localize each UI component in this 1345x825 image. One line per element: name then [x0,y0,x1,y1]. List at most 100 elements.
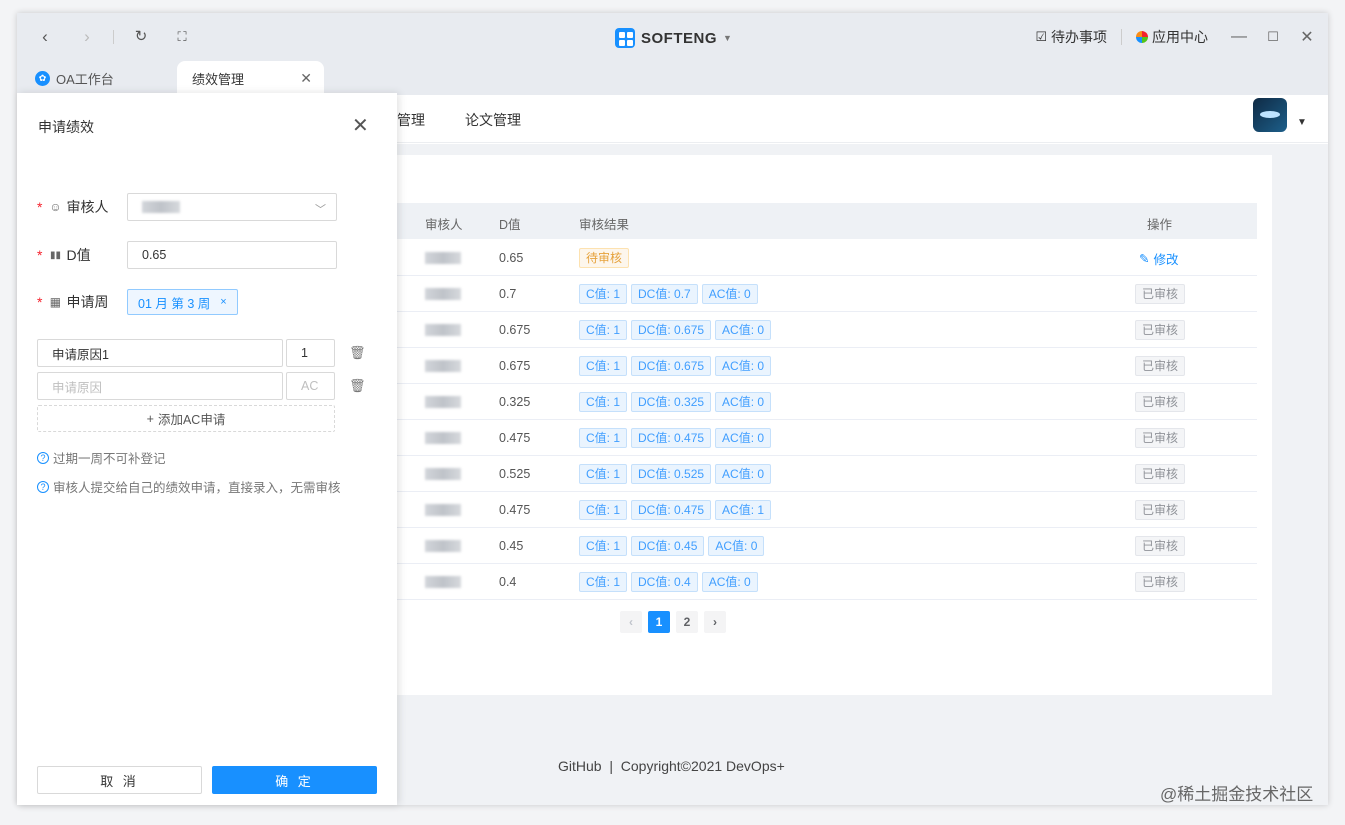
action-cell: 已审核 [1135,492,1186,528]
required-mark: * [37,199,43,215]
reviewer-cell [425,420,461,456]
reason-input-2[interactable]: 申请原因 [37,372,283,400]
menu-item-papers[interactable]: 论文管理 [465,110,521,130]
next-page-button[interactable]: › [704,611,726,633]
d-value-label: * ▮▮ D值 [37,245,91,265]
week-selector[interactable]: 01 月 第 3 周 × [127,289,238,315]
d-value-input[interactable]: 0.65 [127,241,337,269]
reviewer-cell [425,348,461,384]
col-reviewer: 审核人 [425,218,463,232]
dc-value-tag: DC值: 0.325 [631,392,712,412]
reviewer-cell [425,564,461,600]
result-cell: C值: 1 DC值: 0.525 AC值: 0 [579,456,772,492]
close-icon[interactable]: ✕ [352,113,369,138]
refresh-icon[interactable]: ↻ [129,25,153,49]
action-cell: 已审核 [1135,384,1186,420]
avatar[interactable] [1253,98,1287,132]
page-1-button[interactable]: 1 [648,611,670,633]
edit-label: 修改 [1153,252,1179,267]
add-ac-button[interactable]: + 添加AC申请 [37,405,335,432]
edit-button[interactable]: ✎ 修改 [1139,249,1179,268]
brand-logo-icon [615,28,635,48]
d-value-cell: 0.65 [499,251,524,265]
table-row: 0.675 C值: 1 DC值: 0.675 AC值: 0 已审核 [397,312,1257,348]
redacted-name [425,540,461,552]
redacted-name [425,288,461,300]
reason-input-1[interactable]: 申请原因1 [37,339,283,367]
tab-oa-workbench[interactable]: ✿ OA工作台 [35,61,185,95]
tab-bar: ✿ OA工作台 绩效管理 ✕ [17,61,1328,95]
ac-value-tag: AC值: 0 [715,464,772,484]
maximize-icon[interactable]: ☐ [1256,29,1290,45]
question-icon: ? [37,451,49,464]
prev-page-button[interactable]: ‹ [620,611,642,633]
action-cell: ✎ 修改 [1139,240,1179,276]
pending-badge: 待审核 [579,248,630,268]
table-row: 0.525 C值: 1 DC值: 0.525 AC值: 0 已审核 [397,456,1257,492]
close-tab-icon[interactable]: ✕ [300,70,312,87]
c-value-tag: C值: 1 [579,572,628,592]
chevron-down-icon: ﹀ [315,204,326,216]
col-action: 操作 [1147,218,1173,232]
hint-text: 过期一周不可补登记 [53,452,166,466]
result-cell: C值: 1 DC值: 0.475 AC值: 1 [579,492,772,528]
action-cell: 已审核 [1135,564,1186,600]
menu-item-manage[interactable]: 管理 [397,110,425,130]
ac-value-tag: AC值: 0 [708,536,765,556]
footer-text: GitHub | Copyright©2021 DevOps+ [558,758,785,774]
chevron-down-icon[interactable]: ▼ [1297,117,1307,128]
top-right-actions: ☑ 待办事项 应用中心 — ☐ ✕ [1021,27,1328,47]
back-icon[interactable]: ‹ [33,25,57,49]
confirm-button[interactable]: 确 定 [212,766,377,794]
tab-label: OA工作台 [56,71,114,87]
reviewer-label-text: 审核人 [66,199,109,215]
table-row: 0.675 C值: 1 DC值: 0.675 AC值: 0 已审核 [397,348,1257,384]
c-value-tag: C值: 1 [579,320,628,340]
table-row: 0.325 C值: 1 DC值: 0.325 AC值: 0 已审核 [397,384,1257,420]
dc-value-tag: DC值: 0.475 [631,428,712,448]
cancel-button[interactable]: 取 消 [37,766,202,794]
app-window: ‹ › ↻ ⛶ SOFTENG ▼ ☑ 待办事项 应用中心 — ☐ ✕ ✿ OA… [17,13,1328,805]
ac-input-1[interactable]: 1 [286,339,335,367]
ac-input-2[interactable]: AC [286,372,335,400]
result-cell: 待审核 [579,240,630,276]
trash-icon[interactable]: 🗑 [349,345,366,361]
reviewer-cell [425,528,461,564]
ac-value-tag: AC值: 0 [715,392,772,412]
status-badge: 已审核 [1135,536,1186,556]
user-icon: ☺ [49,200,62,214]
tab-performance[interactable]: 绩效管理 ✕ [177,61,324,95]
ac-value-tag: AC值: 1 [715,500,772,520]
trash-icon[interactable]: 🗑 [349,378,366,394]
col-d-value: D值 [499,218,521,232]
table-header: 审核人 D值 审核结果 操作 [397,203,1257,239]
redacted-name [425,252,461,264]
remove-week-icon[interactable]: × [220,296,226,308]
bar-chart-icon: ▮▮ [49,249,61,261]
minimize-icon[interactable]: — [1222,28,1256,46]
forward-icon[interactable]: › [75,25,99,49]
app-center-button[interactable]: 应用中心 [1122,27,1222,47]
drawer-title: 申请绩效 [38,119,94,135]
dc-value-tag: DC值: 0.45 [631,536,705,556]
brand[interactable]: SOFTENG ▼ [615,27,732,49]
close-window-icon[interactable]: ✕ [1290,27,1324,47]
d-value-cell: 0.475 [499,431,531,445]
d-value-cell: 0.675 [499,359,531,373]
reviewer-cell [425,276,461,312]
chevron-down-icon: ▼ [723,33,733,43]
page-2-button[interactable]: 2 [676,611,698,633]
hint-text: 审核人提交给自己的绩效申请，直接录入，无需审核 [53,481,341,495]
oa-icon: ✿ [35,70,50,86]
c-value-tag: C值: 1 [579,356,628,376]
todo-button[interactable]: ☑ 待办事项 [1021,27,1121,47]
status-badge: 已审核 [1135,356,1186,376]
fullscreen-icon[interactable]: ⛶ [170,25,194,49]
status-badge: 已审核 [1135,464,1186,484]
reviewer-select[interactable]: ﹀ [127,193,337,221]
redacted-name [425,324,461,336]
plus-icon: + [146,411,154,426]
pagination: ‹ 1 2 › [620,611,726,633]
action-cell: 已审核 [1135,312,1186,348]
c-value-tag: C值: 1 [579,392,628,412]
